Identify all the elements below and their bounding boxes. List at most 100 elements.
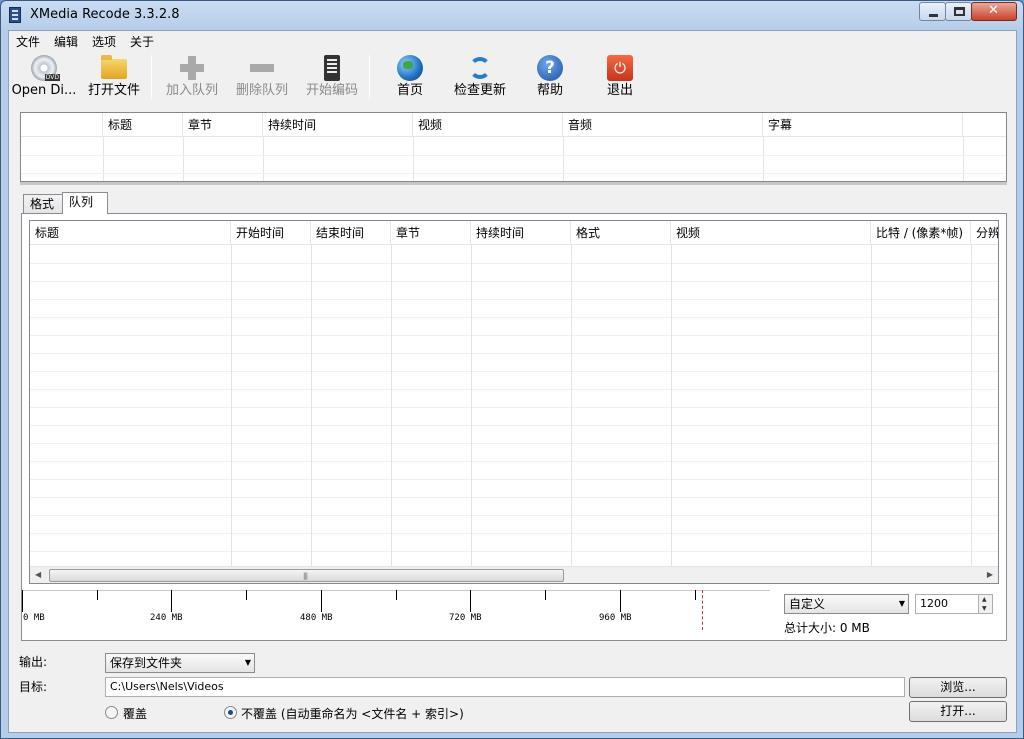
- ruler-label: 960 MB: [599, 613, 632, 623]
- table-row: [30, 353, 998, 354]
- start-encode-button[interactable]: 开始编码: [299, 53, 365, 101]
- help-button[interactable]: ? 帮助: [517, 53, 583, 101]
- menu-file[interactable]: 文件: [16, 33, 40, 50]
- menu-about[interactable]: 关于: [130, 33, 154, 50]
- table-row: [30, 407, 998, 408]
- column-header[interactable]: 比特 / (像素*帧): [871, 221, 971, 245]
- toolbar-separator: [151, 55, 152, 99]
- toolbar: Open Di... 打开文件 加入队列 删除队列 开始编码: [9, 51, 1016, 103]
- spin-down-icon[interactable]: ▼: [982, 605, 987, 612]
- output-label: 输出:: [19, 653, 47, 670]
- tab-format[interactable]: 格式: [23, 194, 63, 214]
- ruler-label: 0 MB: [23, 613, 45, 623]
- size-preset-value: 自定义: [789, 597, 825, 611]
- open-folder-button[interactable]: 打开...: [909, 701, 1007, 722]
- open-disc-button[interactable]: Open Di...: [11, 53, 77, 101]
- column-header[interactable]: 章节: [183, 113, 263, 137]
- column-header[interactable]: 开始时间: [231, 221, 311, 245]
- scroll-right-icon[interactable]: ▶: [987, 570, 993, 579]
- chevron-down-icon: ▼: [899, 595, 905, 613]
- column-header[interactable]: 标题: [103, 113, 183, 137]
- overwrite-radio[interactable]: [105, 706, 118, 719]
- column-divider: [311, 245, 312, 566]
- check-update-label: 检查更新: [447, 79, 513, 98]
- size-limit-input[interactable]: 1200: [915, 594, 979, 614]
- browse-button[interactable]: 浏览...: [909, 677, 1007, 698]
- column-header[interactable]: 视频: [671, 221, 871, 245]
- queue-list[interactable]: 标题 开始时间 结束时间 章节 持续时间 格式 视频 比特 / (像素*帧) 分…: [29, 220, 999, 584]
- chevron-down-icon: ▼: [245, 654, 251, 672]
- column-header[interactable]: 格式: [571, 221, 671, 245]
- column-header[interactable]: [21, 113, 103, 137]
- size-limit-marker[interactable]: [702, 590, 703, 630]
- column-header[interactable]: 视频: [413, 113, 563, 137]
- minor-tick: [97, 590, 98, 600]
- output-mode-select[interactable]: 保存到文件夹 ▼: [105, 653, 255, 673]
- no-overwrite-label[interactable]: 不覆盖 (自动重命名为 <文件名 + 索引>): [241, 705, 464, 722]
- scroll-thumb[interactable]: |||: [49, 569, 564, 582]
- table-row: [21, 173, 1006, 174]
- major-tick: [620, 590, 621, 612]
- source-list[interactable]: 标题 章节 持续时间 视频 音频 字幕: [20, 112, 1007, 182]
- column-header[interactable]: 持续时间: [471, 221, 571, 245]
- tab-queue[interactable]: 队列: [62, 192, 108, 214]
- column-divider: [183, 137, 184, 181]
- table-row: [30, 515, 998, 516]
- target-path-field[interactable]: C:\Users\Nels\Videos: [105, 677, 905, 697]
- menu-bar: 文件 编辑 选项 关于: [9, 31, 1016, 50]
- table-row: [30, 461, 998, 462]
- minor-tick: [545, 590, 546, 600]
- size-limit-stepper[interactable]: ▲ ▼: [978, 594, 993, 614]
- menu-options[interactable]: 选项: [92, 33, 116, 50]
- film-clapper-icon: [324, 55, 340, 81]
- maximize-icon: [954, 7, 965, 16]
- column-header[interactable]: 持续时间: [263, 113, 413, 137]
- ruler-label: 720 MB: [449, 613, 482, 623]
- column-divider: [871, 245, 872, 566]
- column-header[interactable]: 分辨: [971, 221, 999, 245]
- column-header[interactable]: 结束时间: [311, 221, 391, 245]
- table-row: [21, 155, 1006, 156]
- open-disc-label: Open Di...: [11, 83, 77, 98]
- column-header[interactable]: 章节: [391, 221, 471, 245]
- client-area: 文件 编辑 选项 关于 Open Di... 打开文件 加入队列 删除队列: [8, 30, 1017, 733]
- major-tick: [321, 590, 322, 612]
- title-bar[interactable]: XMedia Recode 3.3.2.8 ✕: [1, 1, 1023, 29]
- table-row: [30, 425, 998, 426]
- column-divider: [763, 137, 764, 181]
- table-row: [30, 533, 998, 534]
- column-header[interactable]: 字幕: [763, 113, 963, 137]
- minimize-icon: [929, 14, 938, 17]
- remove-queue-button[interactable]: 删除队列: [229, 53, 295, 101]
- close-button[interactable]: ✕: [971, 2, 1017, 21]
- close-icon: ✕: [988, 3, 999, 18]
- exit-button[interactable]: ⏻ 退出: [587, 53, 653, 101]
- minus-icon: [249, 55, 275, 81]
- column-header[interactable]: 音频: [563, 113, 763, 137]
- output-mode-value: 保存到文件夹: [110, 656, 182, 670]
- overwrite-label[interactable]: 覆盖: [123, 705, 147, 722]
- major-tick: [171, 590, 172, 612]
- minimize-button[interactable]: [919, 2, 946, 21]
- maximize-button[interactable]: [945, 2, 972, 21]
- open-file-button[interactable]: 打开文件: [82, 53, 146, 101]
- add-queue-button[interactable]: 加入队列: [159, 53, 225, 101]
- splitter[interactable]: [20, 182, 1007, 185]
- menu-edit[interactable]: 编辑: [54, 33, 78, 50]
- ruler-label: 240 MB: [150, 613, 183, 623]
- size-preset-select[interactable]: 自定义 ▼: [784, 594, 909, 614]
- home-button[interactable]: 首页: [377, 53, 443, 101]
- table-row: [30, 317, 998, 318]
- dvd-disc-icon: [31, 55, 57, 81]
- horizontal-scrollbar[interactable]: ◀ ||| ▶: [30, 566, 998, 583]
- table-row: [30, 389, 998, 390]
- film-strip-icon: [9, 7, 21, 23]
- scroll-left-icon[interactable]: ◀: [35, 570, 41, 579]
- no-overwrite-radio[interactable]: [224, 706, 237, 719]
- check-update-button[interactable]: 检查更新: [447, 53, 513, 101]
- column-divider: [963, 137, 964, 181]
- spin-up-icon[interactable]: ▲: [982, 596, 987, 603]
- remove-queue-label: 删除队列: [229, 79, 295, 98]
- column-header[interactable]: 标题: [30, 221, 231, 245]
- open-file-label: 打开文件: [82, 79, 146, 98]
